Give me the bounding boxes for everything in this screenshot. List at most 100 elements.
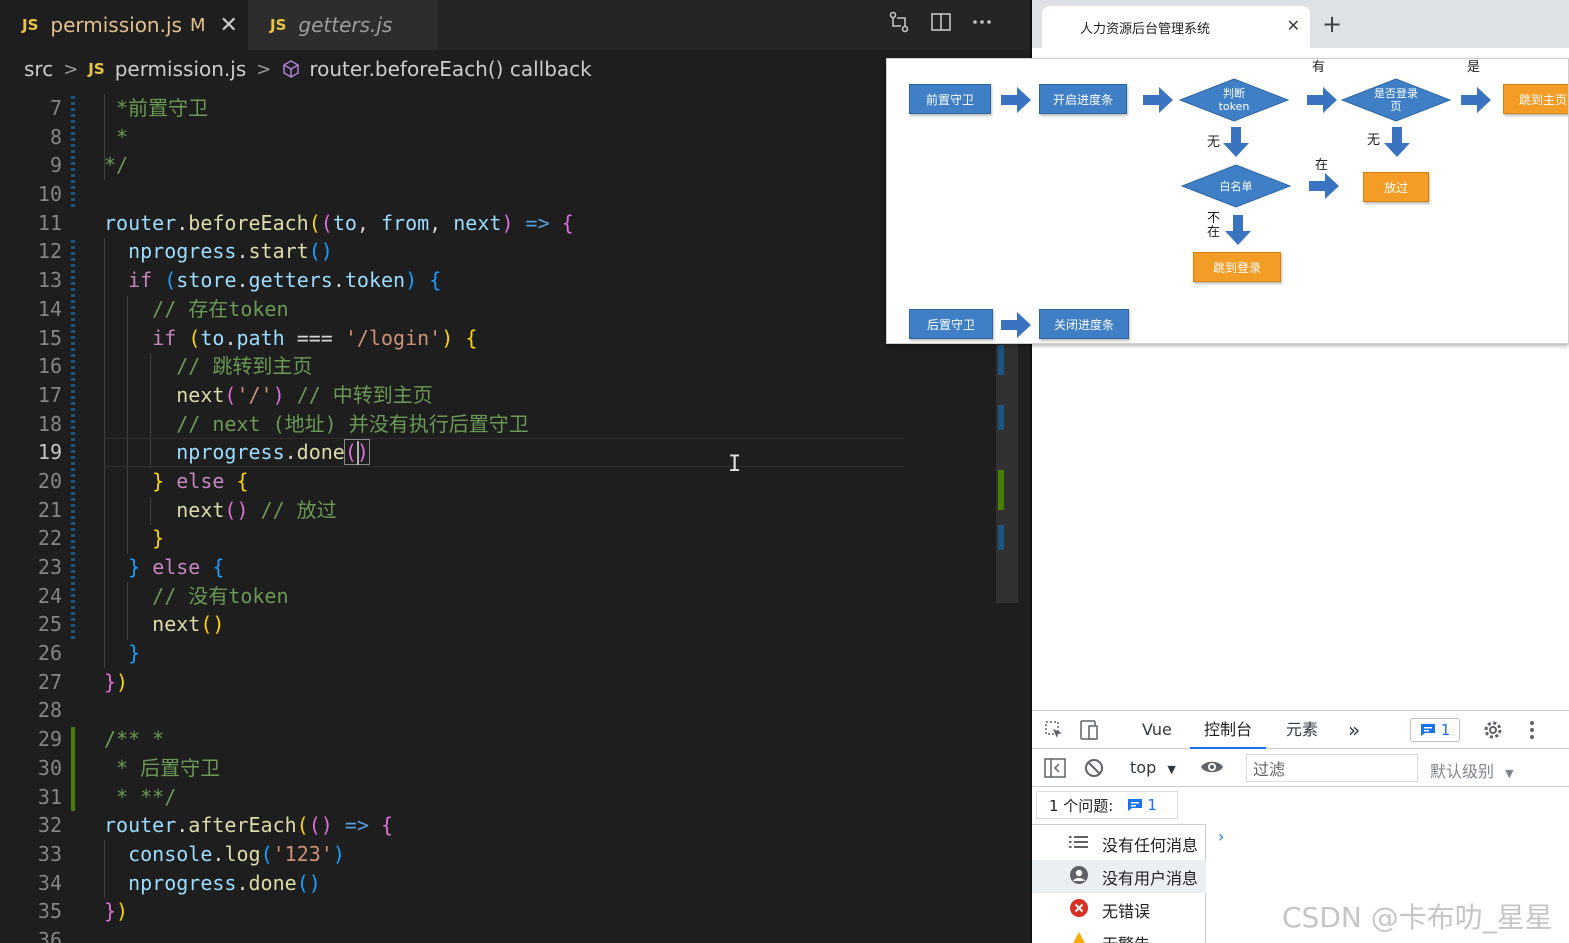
code-line: next('/') // 中转到主页 (176, 382, 433, 407)
issues-badge[interactable]: 1 (1410, 718, 1460, 742)
code-line: // 存在token (152, 296, 289, 321)
line-number: 34 (37, 870, 62, 895)
code-line: } (152, 526, 165, 551)
arrow-right-icon (1143, 87, 1173, 117)
chevron-right-icon: > (63, 58, 79, 80)
breadcrumb-symbol[interactable]: router.beforeEach() callback (309, 57, 591, 81)
line-number: 23 (37, 555, 62, 579)
filter-placeholder: 过滤 (1253, 760, 1286, 779)
scrollbar-marker (998, 525, 1004, 550)
console-sidebar: 没有任何消息 没有用户消息 无错误 无警告 (1032, 824, 1206, 943)
code-line: } else { (128, 555, 225, 579)
code-line: // 没有token (152, 583, 289, 608)
line-number: 14 (37, 296, 62, 321)
user-icon (1068, 865, 1090, 889)
chevron-right-icon: > (256, 58, 272, 80)
arrow-right-icon (1307, 87, 1337, 117)
line-number: 12 (37, 239, 62, 264)
close-icon[interactable]: ✕ (219, 13, 237, 38)
eye-icon[interactable] (1200, 758, 1224, 781)
tab-label: getters.js (298, 13, 393, 37)
close-icon[interactable]: ✕ (1287, 16, 1300, 35)
tab-getters-js[interactable]: JS getters.js (248, 0, 438, 50)
browser-tab[interactable]: 人力资源后台管理系统 ✕ (1042, 6, 1310, 48)
node-label: 是否登录 页 (1374, 87, 1418, 113)
code-line: /** * (104, 727, 165, 752)
sidebar-toggle-icon[interactable] (1044, 758, 1066, 783)
new-tab-icon[interactable]: + (1322, 10, 1342, 38)
code-area[interactable]: *前置守卫 * */ router.beforeEach((to, from, … (104, 94, 1004, 943)
log-level-value: 默认级别 (1430, 762, 1495, 781)
line-number: 32 (37, 813, 62, 838)
issues-count: 1 (1147, 796, 1157, 814)
code-editor[interactable]: JS permission.js M ✕ JS getters.js src >… (0, 0, 1030, 943)
label-none: 无 (1367, 133, 1381, 148)
js-file-icon: JS (22, 16, 39, 34)
line-number: 11 (37, 210, 62, 235)
line-number: 8 (49, 124, 62, 149)
line-number: 31 (37, 784, 62, 809)
split-editor-icon[interactable] (926, 10, 956, 40)
more-vert-icon[interactable] (1528, 719, 1536, 746)
line-number: 19 (37, 440, 62, 465)
gutter-modified-marker (71, 240, 75, 640)
issues-counter[interactable]: 1 个问题: 1 (1036, 791, 1178, 819)
more-icon[interactable] (967, 10, 997, 40)
label-in: 在 (1315, 158, 1329, 173)
more-tabs-icon[interactable]: » (1348, 711, 1360, 749)
text-cursor (357, 441, 359, 465)
clear-console-icon[interactable] (1084, 758, 1104, 783)
log-level-selector[interactable]: 默认级别 ▼ (1430, 758, 1514, 782)
context-selector[interactable]: top ▼ (1130, 758, 1176, 777)
compare-icon[interactable] (884, 10, 914, 40)
sidebar-item-label: 无警告 (1102, 931, 1150, 943)
arrow-down-icon (1223, 127, 1249, 161)
tab-elements[interactable]: 元素 (1286, 711, 1318, 749)
node-jump-login: 跳到登录 (1193, 252, 1281, 282)
node-start-progress: 开启进度条 (1039, 84, 1127, 114)
console-prompt[interactable]: › (1218, 827, 1224, 846)
node-judge-token: 判断 token (1179, 78, 1289, 122)
symbol-method-icon (281, 57, 301, 81)
settings-gear-icon[interactable] (1482, 719, 1504, 746)
sidebar-item-messages[interactable]: 没有任何消息 (1032, 827, 1206, 860)
code-line: // 跳转到主页 (176, 354, 313, 379)
line-number: 27 (37, 669, 62, 694)
arrow-down-icon (1384, 127, 1410, 161)
node-jump-home: 跳到主页 (1503, 84, 1568, 114)
tab-vue[interactable]: Vue (1142, 711, 1172, 749)
sidebar-item-label: 没有用户消息 (1102, 868, 1199, 888)
inspect-element-icon[interactable] (1044, 720, 1064, 745)
devtools-tab-bar: Vue 控制台 元素 » 1 (1032, 711, 1569, 749)
label-has: 有 (1312, 60, 1326, 75)
line-number: 15 (37, 325, 62, 350)
sidebar-item-label: 没有任何消息 (1102, 835, 1199, 855)
line-number: 16 (37, 354, 62, 379)
warning-icon (1068, 931, 1090, 943)
code-line: if (store.getters.token) { (128, 268, 442, 293)
sidebar-item-errors[interactable]: 无错误 (1032, 893, 1206, 926)
line-number: 7 (49, 96, 62, 120)
line-number: 20 (37, 468, 62, 493)
badge-count: 1 (1440, 721, 1451, 739)
line-number: 26 (37, 641, 62, 666)
breadcrumb-file[interactable]: permission.js (115, 57, 247, 81)
tab-permission-js[interactable]: JS permission.js M ✕ (0, 0, 248, 50)
device-toolbar-icon[interactable] (1080, 720, 1102, 745)
line-number: 21 (37, 497, 62, 522)
code-line: next() (152, 612, 225, 637)
sidebar-item-user-messages[interactable]: 没有用户消息 (1032, 860, 1206, 893)
line-number: 35 (37, 899, 62, 924)
node-close-progress: 关闭进度条 (1039, 309, 1129, 339)
code-line: */ (104, 153, 129, 178)
error-icon (1068, 898, 1090, 922)
tab-console[interactable]: 控制台 (1190, 711, 1267, 749)
editor-tab-bar: JS permission.js M ✕ JS getters.js (0, 0, 1030, 50)
scrollbar-marker (998, 470, 1004, 510)
line-number: 18 (37, 411, 62, 436)
filter-input[interactable]: 过滤 (1246, 754, 1418, 782)
sidebar-item-warnings[interactable]: 无警告 (1032, 926, 1206, 943)
breadcrumb-folder[interactable]: src (24, 57, 53, 81)
